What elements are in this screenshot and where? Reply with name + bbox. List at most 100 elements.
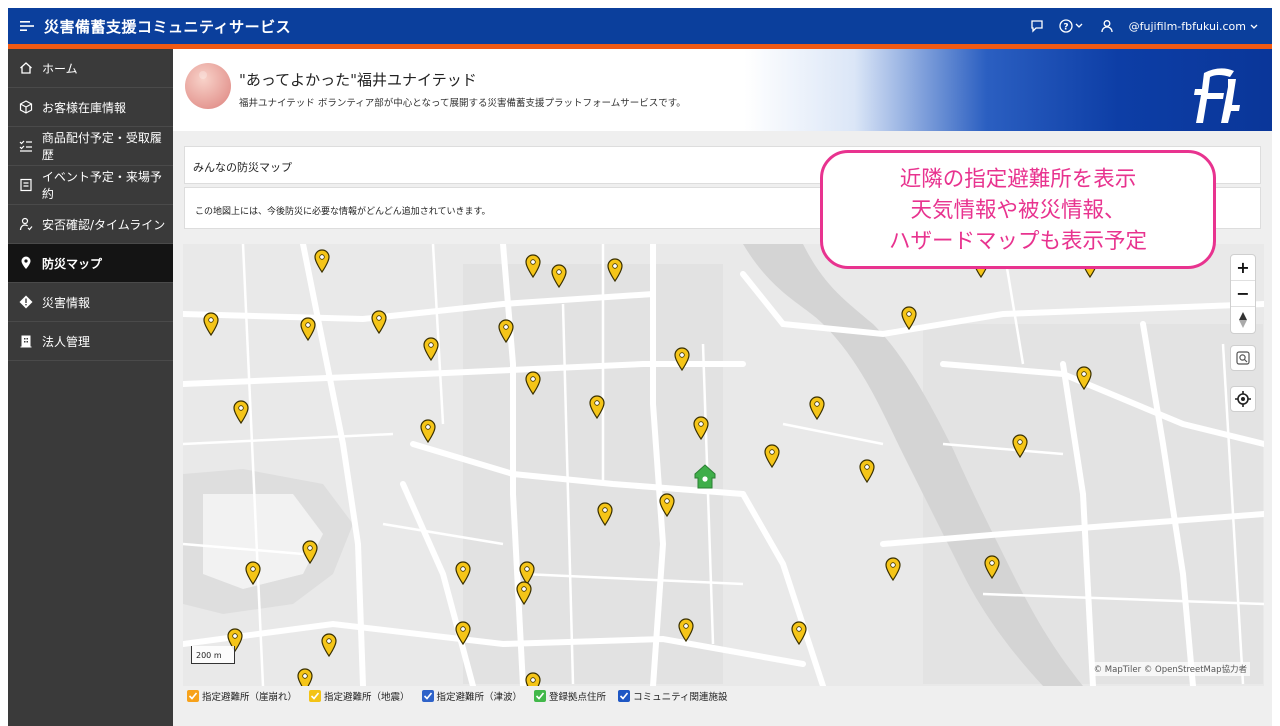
shelter-pin-icon[interactable] <box>1076 366 1092 391</box>
sidebar-item-label: お客様在庫情報 <box>42 100 127 115</box>
shelter-pin-icon[interactable] <box>859 459 875 484</box>
svg-text:?: ? <box>1063 23 1068 33</box>
shelter-pin-icon[interactable] <box>371 310 387 335</box>
checklist-icon <box>18 138 34 154</box>
sidebar-item-disaster-info[interactable]: 災害情報 <box>8 283 173 322</box>
sidebar-item-events[interactable]: イベント予定・来場予約 <box>8 166 173 205</box>
zoom-controls: + − <box>1230 254 1256 334</box>
checkbox-icon[interactable] <box>534 690 547 702</box>
map-scale: 200 m <box>191 646 235 664</box>
compass-button[interactable] <box>1231 307 1255 333</box>
checkbox-icon[interactable] <box>618 690 631 702</box>
sidebar-item-distribution[interactable]: 商品配付予定・受取履歴 <box>8 127 173 166</box>
shelter-pin-icon[interactable] <box>674 347 690 372</box>
checkbox-icon[interactable] <box>187 690 199 702</box>
callout-line: ハザードマップも表示予定 <box>888 229 1147 254</box>
map-attribution[interactable]: © MapTiler © OpenStreetMap協力者 <box>1090 662 1250 676</box>
sidebar-item-label: イベント予定・来場予約 <box>41 170 162 201</box>
map-legend: 指定避難所（崖崩れ） 指定避難所（地震） 指定避難所（津波） 登録拠点住所 コミ… <box>187 689 728 703</box>
sidebar-item-label: 安否確認/タイムライン <box>42 217 166 232</box>
shelter-pin-icon[interactable] <box>791 621 807 646</box>
sidebar-item-inventory[interactable]: お客様在庫情報 <box>8 88 173 127</box>
chat-icon[interactable] <box>1029 18 1045 34</box>
event-icon <box>18 177 34 193</box>
sidebar-item-disaster-map[interactable]: 防災マップ <box>8 244 173 283</box>
help-dropdown-icon[interactable]: ? <box>1058 18 1085 34</box>
legend-label: コミュニティ関連施設 <box>633 692 728 703</box>
legend-earthquake-shelter[interactable]: 指定避難所（地震） <box>309 689 410 703</box>
shelter-pin-icon[interactable] <box>525 672 541 686</box>
shelter-pin-icon[interactable] <box>455 621 471 646</box>
building-icon <box>18 333 34 349</box>
top-header: 災害備蓄支援コミュニティサービス ? @fujifilm-fbfukui.com <box>8 8 1272 44</box>
legend-community-facility[interactable]: コミュニティ関連施設 <box>618 689 728 703</box>
shelter-pin-icon[interactable] <box>678 618 694 643</box>
sidebar: ホーム お客様在庫情報 商品配付予定・受取履歴 イベント予定・来場予約 安否確認… <box>8 49 173 726</box>
map-pin-icon <box>18 255 34 271</box>
shelter-pin-icon[interactable] <box>420 419 436 444</box>
shelter-pin-icon[interactable] <box>1012 434 1028 459</box>
shelter-pin-icon[interactable] <box>455 561 471 586</box>
app-title[interactable]: 災害備蓄支援コミュニティサービス <box>44 16 291 37</box>
checkbox-icon[interactable] <box>309 690 322 702</box>
locate-icon <box>1235 391 1251 407</box>
shelter-pin-icon[interactable] <box>597 502 613 527</box>
user-email: @fujifilm-fbfukui.com <box>1128 19 1246 33</box>
shelter-pin-icon[interactable] <box>203 312 219 337</box>
map-base-layer <box>183 244 1264 686</box>
shelter-pin-icon[interactable] <box>321 633 337 658</box>
shelter-pin-icon[interactable] <box>885 557 901 582</box>
feature-callout: 近隣の指定避難所を表示 天気情報や被災情報、 ハザードマップも表示予定 <box>820 150 1216 269</box>
sidebar-item-label: ホーム <box>42 61 78 76</box>
zoom-out-button[interactable]: − <box>1231 281 1255 307</box>
home-location-pin[interactable] <box>694 464 716 490</box>
disaster-map[interactable]: + − 200 m © MapTiler © OpenStreetMap協力者 <box>183 244 1264 686</box>
shelter-pin-icon[interactable] <box>302 540 318 565</box>
shelter-pin-icon[interactable] <box>659 493 675 518</box>
shelter-pin-icon[interactable] <box>693 416 709 441</box>
box-icon <box>18 99 34 115</box>
shelter-pin-icon[interactable] <box>984 555 1000 580</box>
shelter-pin-icon[interactable] <box>809 396 825 421</box>
sidebar-item-safety[interactable]: 安否確認/タイムライン <box>8 205 173 244</box>
shelter-pin-icon[interactable] <box>245 561 261 586</box>
user-account-menu[interactable]: @fujifilm-fbfukui.com <box>1129 20 1258 33</box>
shelter-pin-icon[interactable] <box>498 319 514 344</box>
chevron-down-icon <box>1250 20 1258 33</box>
shelter-pin-icon[interactable] <box>314 249 330 274</box>
shelter-pin-icon[interactable] <box>764 444 780 469</box>
zoom-in-button[interactable]: + <box>1231 255 1255 281</box>
callout-line: 天気情報や被災情報、 <box>910 198 1126 223</box>
shelter-pin-icon[interactable] <box>901 306 917 331</box>
checkbox-icon[interactable] <box>421 690 434 702</box>
organization-avatar <box>185 63 231 109</box>
search-area-button[interactable] <box>1230 345 1256 371</box>
organization-description: 福井ユナイテッド ボランティア部が中心となって展開する災害備蓄支援プラットフォー… <box>239 98 686 109</box>
sidebar-item-label: 防災マップ <box>42 256 103 271</box>
sidebar-item-corporate[interactable]: 法人管理 <box>8 322 173 361</box>
shelter-pin-icon[interactable] <box>589 395 605 420</box>
team-logo <box>1190 65 1250 131</box>
legend-label: 登録拠点住所 <box>549 692 607 703</box>
shelter-pin-icon[interactable] <box>551 264 567 289</box>
legend-tsunami-shelter[interactable]: 指定避難所（津波） <box>421 689 523 703</box>
shelter-pin-icon[interactable] <box>607 258 623 283</box>
shelter-pin-icon[interactable] <box>300 317 316 342</box>
legend-label: 指定避難所（崖崩れ） <box>202 692 298 703</box>
geolocate-button[interactable] <box>1230 386 1256 412</box>
page-description: この地図上には、今後防災に必要な情報がどんどん追加されていきます。 <box>195 207 491 217</box>
sidebar-item-home[interactable]: ホーム <box>8 49 173 88</box>
compass-icon <box>1239 312 1247 328</box>
warning-icon <box>18 294 34 310</box>
shelter-pin-icon[interactable] <box>525 254 541 279</box>
shelter-pin-icon[interactable] <box>423 337 439 362</box>
legend-landslide-shelter[interactable]: 指定避難所（崖崩れ） <box>187 689 297 703</box>
shelter-pin-icon[interactable] <box>516 581 532 606</box>
menu-icon[interactable] <box>16 15 38 37</box>
user-icon[interactable] <box>1099 18 1115 34</box>
shelter-pin-icon[interactable] <box>233 400 249 425</box>
shelter-pin-icon[interactable] <box>297 668 313 686</box>
shelter-pin-icon[interactable] <box>525 371 541 396</box>
legend-label: 指定避難所（津波） <box>436 692 523 703</box>
legend-registered-address[interactable]: 登録拠点住所 <box>534 689 606 703</box>
